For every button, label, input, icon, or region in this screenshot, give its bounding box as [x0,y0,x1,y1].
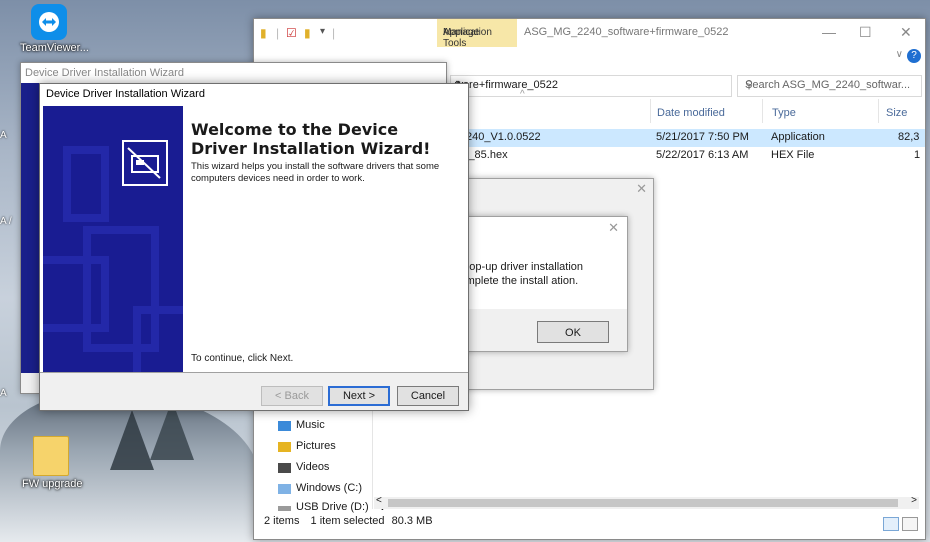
wizard-title: Device Driver Installation Wizard [46,88,205,100]
search-icon: ⚲ [745,79,754,91]
column-separator [878,99,879,123]
drive-icon [278,484,291,494]
ok-button[interactable]: OK [537,321,609,343]
videos-icon [278,463,291,473]
status-size: 80.3 MB [391,515,433,527]
column-separator [650,99,651,123]
wizard-side-banner [43,106,183,372]
driver-install-icon [122,140,168,186]
nav-item-windows-c[interactable]: Windows (C:) [278,482,363,494]
file-type: Application [771,131,825,143]
new-folder-icon[interactable]: ▮ [304,26,311,40]
search-input[interactable]: Search ASG_MG_2240_softwar... ⚲ [737,75,922,97]
usb-drive-icon [278,506,291,511]
window-title: ASG_MG_2240_software+firmware_0522 [524,26,729,38]
nav-label: Videos [296,461,330,473]
file-date: 5/22/2017 6:13 AM [656,149,749,161]
desktop-edge-text: A [0,130,7,141]
properties-icon[interactable]: ☑ [286,26,297,40]
device-driver-wizard: Device Driver Installation Wizard Welcom… [39,83,469,411]
nav-label: Pictures [296,440,336,452]
close-icon[interactable]: ✕ [636,181,647,197]
banner-pattern [63,146,109,222]
desktop-edge-text: A [0,388,7,399]
message-text: e pop-up driver installation [454,261,584,273]
refresh-icon[interactable]: ↻ [455,78,725,92]
scrollbar-thumb[interactable] [388,499,898,507]
back-button[interactable]: < Back [261,386,323,406]
nav-item-music[interactable]: Music [278,419,325,431]
divider [40,372,468,373]
close-icon[interactable]: ✕ [900,24,912,41]
status-items: 2 items [264,515,300,527]
file-size: 82,3 [898,131,920,143]
wizard-titlebar: Device Driver Installation Wizard [40,84,468,106]
wallpaper-tree [110,410,154,470]
nav-item-pictures[interactable]: Pictures [278,440,336,452]
column-separator [762,99,763,123]
wizard-heading: Welcome to the Device Driver Installatio… [191,120,431,158]
status-selected: 1 item selected [310,515,385,527]
file-size: 1 [914,149,921,161]
horizontal-scrollbar[interactable]: < > [374,495,919,509]
file-name: 240_V1.0.0522 [466,131,541,143]
column-size[interactable]: Size [886,107,907,119]
folder-icon[interactable] [33,436,69,476]
wizard-continue-text: To continue, click Next. [191,353,294,364]
file-type: HEX File [771,149,815,161]
file-row[interactable]: l_85.hex 5/22/2017 6:13 AM HEX File 1 [450,147,925,165]
status-bar: 2 items 1 item selected 80.3 MB [264,515,433,527]
message-text: complete the install ation. [454,275,579,287]
close-icon[interactable]: ✕ [608,220,619,236]
large-icons-view-icon[interactable] [902,517,918,531]
teamviewer-label[interactable]: TeamViewer... [20,42,89,54]
separator: | [332,26,336,40]
quick-access-dropdown-icon[interactable]: ▾ [320,26,325,37]
nav-item-usb-drive[interactable]: USB Drive (D:)∨ [278,501,386,513]
file-date: 5/21/2017 7:50 PM [656,131,749,143]
pictures-icon [278,442,291,452]
nav-label: USB Drive (D:) [296,501,369,513]
banner-pattern [133,306,183,372]
wizard-description: This wizard helps you install the softwa… [191,161,440,184]
music-icon [278,421,291,431]
wizard-titlebar: Device Driver Installation Wizard [21,63,446,83]
nav-item-videos[interactable]: Videos [278,461,330,473]
teamviewer-icon[interactable] [31,4,67,40]
file-name: l_85.hex [466,149,508,161]
separator: | [276,26,280,40]
next-button[interactable]: Next > [328,386,390,406]
details-view-icon[interactable] [883,517,899,531]
address-bar[interactable]: ware+firmware_0522 ∨ ↻ [450,75,732,97]
scroll-right-icon[interactable]: > [911,495,917,506]
desktop-edge-text: A / [0,216,12,227]
file-row[interactable]: 240_V1.0.0522 5/21/2017 7:50 PM Applicat… [450,129,925,147]
sort-arrow-icon: ^ [520,89,525,100]
scroll-left-icon[interactable]: < [376,495,382,506]
chevron-down-icon[interactable]: ∨ [896,49,903,60]
fw-upgrade-label[interactable]: FW upgrade [22,478,83,490]
nav-label: Windows (C:) [296,482,363,494]
maximize-icon[interactable]: ☐ [859,24,872,41]
help-icon[interactable]: ? [907,49,921,63]
folder-icon: ▮ [260,26,267,40]
column-type[interactable]: Type [772,107,796,119]
column-date-modified[interactable]: Date modified [657,107,725,119]
minimize-icon[interactable]: — [822,24,836,40]
manage-tab[interactable]: Manage [443,27,479,38]
nav-label: Music [296,419,325,431]
wizard-title: Device Driver Installation Wizard [25,67,184,79]
pane-separator [372,409,373,509]
cancel-button[interactable]: Cancel [397,386,459,406]
